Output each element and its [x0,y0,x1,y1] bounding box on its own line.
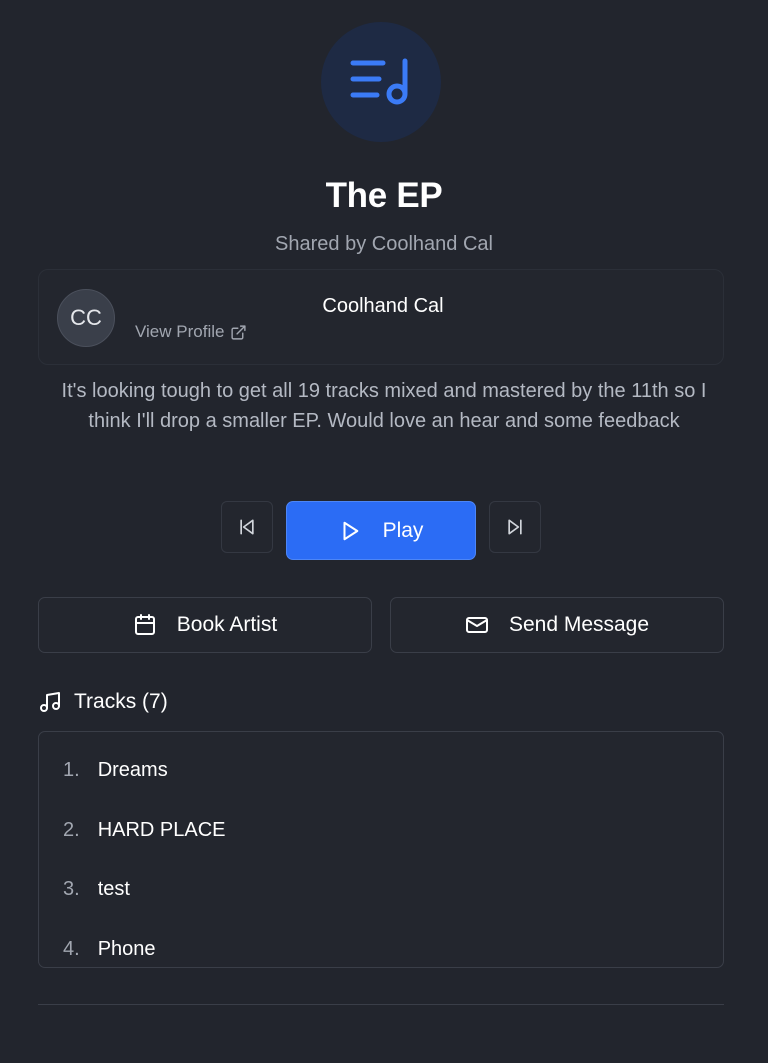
shared-playlist-page: The EP Shared by Coolhand Cal CC Coolhan… [0,0,768,1063]
book-artist-label: Book Artist [176,613,278,636]
view-profile-link[interactable]: View Profile [135,322,247,342]
send-message-button[interactable]: Send Message [390,597,724,653]
divider [38,1004,724,1005]
tracks-header-label: Tracks (7) [74,690,168,713]
book-artist-button[interactable]: Book Artist [38,597,372,653]
playlist-music-icon [349,57,413,107]
track-title: HARD PLACE [97,819,226,841]
list-item[interactable]: 2. HARD PLACE [63,819,226,842]
tracks-header: Tracks (7) [38,690,168,714]
next-track-button[interactable] [489,501,541,553]
track-title: Dreams [97,759,168,781]
music-notes-icon [38,690,62,714]
send-message-label: Send Message [508,613,650,636]
shared-by-label: Shared by Coolhand Cal [275,233,493,255]
playlist-description: It's looking tough to get all 19 tracks … [61,380,707,432]
view-profile-label: View Profile [135,322,225,341]
list-item[interactable]: 4. Phone [63,938,156,961]
skip-forward-icon [505,517,525,537]
calendar-icon [133,613,157,637]
track-title: test [97,878,130,900]
track-number: 4. [63,938,80,960]
mail-icon [465,613,489,637]
playlist-title: The EP [325,176,443,215]
external-link-icon [230,324,247,341]
track-number: 1. [63,759,80,781]
artist-name-row: Coolhand Cal [1,270,765,330]
list-item[interactable]: 3. test [63,878,130,901]
previous-track-button[interactable] [221,501,273,553]
playlist-logo [321,22,441,142]
artist-name: Coolhand Cal [322,295,444,317]
track-title: Phone [97,938,156,960]
play-label: Play [382,518,424,542]
skip-back-icon [237,517,257,537]
track-list[interactable]: 1. Dreams 2. HARD PLACE 3. test 4. Phone [38,731,724,968]
play-button[interactable]: Play [286,501,476,560]
artist-card: CC Coolhand Cal View Profile [38,269,724,365]
list-item[interactable]: 1. Dreams [63,759,168,782]
track-number: 3. [63,878,80,900]
play-icon [339,520,361,542]
track-number: 2. [63,819,80,841]
